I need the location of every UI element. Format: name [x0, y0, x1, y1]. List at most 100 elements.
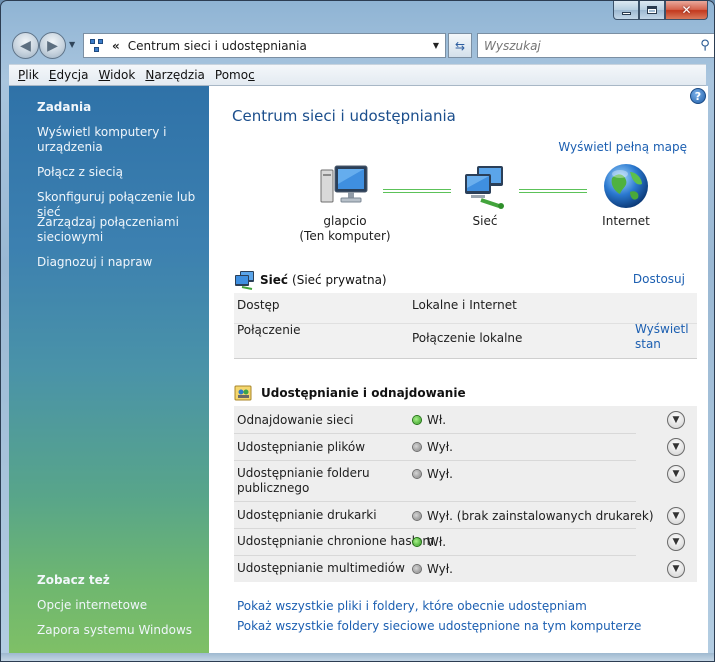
status-on-icon [413, 416, 421, 424]
menu-view[interactable]: Widok [93, 68, 140, 82]
sharing-state: Wył. [427, 562, 453, 576]
connection-line-network-internet [519, 189, 587, 193]
address-bar[interactable]: « Centrum sieci i udostępniania ▼ [83, 33, 446, 58]
network-type: (Sieć prywatna) [292, 273, 387, 287]
help-icon: ? [694, 89, 702, 103]
internet-label: Internet [602, 214, 650, 228]
sharing-row-media: Udostępnianie multimediów Wył. ▼ [234, 555, 697, 582]
map-this-computer[interactable]: glapcio (Ten komputer) [297, 164, 393, 244]
minimize-icon [621, 11, 631, 15]
menu-edit[interactable]: Edycja [44, 68, 94, 82]
sharing-label: Udostępnianie multimediów [237, 561, 405, 575]
search-icon[interactable]: ⚲ [695, 38, 714, 53]
network-center-icon [90, 38, 104, 53]
view-full-map-link[interactable]: Wyświetl pełną mapę [558, 140, 687, 154]
expand-button[interactable]: ▼ [667, 560, 685, 578]
sharing-row-printer: Udostępnianie drukarki Wył. (brak zainst… [234, 501, 697, 528]
expand-button[interactable]: ▼ [667, 465, 685, 483]
arrow-right-icon: ▶ [47, 37, 58, 54]
refresh-icon: ⇆ [454, 38, 466, 53]
status-off-icon [413, 470, 421, 478]
back-button[interactable]: ◀ [12, 32, 39, 59]
address-overflow-chevron[interactable]: « [112, 39, 120, 53]
sharing-row-password-protected: Udostępnianie chronione hasłem Wł. ▼ [234, 528, 697, 555]
chevron-down-icon: ▼ [69, 40, 76, 49]
network-small-icon [235, 271, 254, 290]
connection-value: Połączenie lokalne [412, 331, 523, 345]
menu-tools[interactable]: Narzędzia [140, 68, 210, 82]
help-button[interactable]: ? [690, 88, 706, 104]
task-pane: Zadania Wyświetl komputery i urządzenia … [9, 86, 209, 655]
recent-pages-dropdown[interactable]: ▼ [69, 40, 75, 49]
see-also-heading: Zobacz też [37, 573, 110, 587]
network-name: Sieć [260, 273, 289, 287]
task-link-view-computers[interactable]: Wyświetl komputery i urządzenia [37, 125, 202, 155]
expand-button[interactable]: ▼ [667, 438, 685, 456]
network-section-header: Sieć (Sieć prywatna) [234, 269, 697, 291]
expand-button[interactable]: ▼ [667, 411, 685, 429]
close-icon: ✕ [681, 3, 692, 17]
sharing-icon [234, 385, 252, 401]
chevron-down-icon: ▼ [672, 564, 680, 574]
sharing-state: Wył. [427, 440, 453, 454]
menu-help[interactable]: Pomoc [210, 68, 260, 82]
computer-icon [320, 165, 368, 203]
search-box[interactable]: ⚲ [477, 33, 714, 58]
chevron-down-icon: ▼ [672, 511, 680, 521]
navigation-bar: ◀ ▶ ▼ « Centrum sieci i udostępniania ▼ … [10, 30, 714, 60]
network-label: Sieć [472, 214, 498, 228]
computer-name: glapcio [323, 214, 367, 228]
access-value: Lokalne i Internet [412, 298, 517, 312]
sharing-table: Odnajdowanie sieci Wł. ▼ Udostępnianie p… [234, 406, 697, 582]
sharing-label: Udostępnianie folderu publicznego [237, 466, 370, 495]
sharing-row-network-discovery: Odnajdowanie sieci Wł. ▼ [234, 406, 697, 433]
sharing-section-header: Udostępnianie i odnajdowanie [234, 382, 697, 404]
chevron-down-icon: ▼ [672, 537, 680, 547]
sharing-row-file-sharing: Udostępnianie plików Wył. ▼ [234, 433, 697, 460]
sharing-label: Udostępnianie chronione hasłem [237, 534, 435, 548]
menu-file[interactable]: Plik [13, 68, 44, 82]
connection-line-computer-network [383, 189, 451, 193]
close-button[interactable]: ✕ [665, 1, 708, 20]
network-details-table: Dostęp Lokalne i Internet Połączenie Poł… [234, 293, 697, 359]
chevron-down-icon: ▼ [672, 442, 680, 452]
sharing-state: Wył. (brak zainstalowanych drukarek) [427, 509, 654, 523]
task-link-manage-connections[interactable]: Zarządzaj połączeniami sieciowymi [37, 215, 202, 245]
view-status-link[interactable]: Wyświetl stan [635, 322, 695, 352]
window-bottom-border [1, 653, 714, 661]
forward-button[interactable]: ▶ [39, 32, 66, 59]
maximize-button[interactable] [639, 1, 665, 20]
expand-button[interactable]: ▼ [667, 507, 685, 525]
map-network[interactable]: Sieć [455, 164, 515, 229]
sharing-label: Udostępnianie drukarki [237, 508, 377, 522]
sharing-state: Wł. [427, 413, 447, 427]
arrow-left-icon: ◀ [20, 37, 31, 54]
caption-buttons: ✕ [613, 1, 708, 21]
task-link-diagnose[interactable]: Diagnozuj i napraw [37, 255, 202, 270]
expand-button[interactable]: ▼ [667, 533, 685, 551]
address-path[interactable]: Centrum sieci i udostępniania [128, 39, 427, 53]
sharing-row-public-folder: Udostępnianie folderu publicznego Wył. ▼ [234, 460, 697, 501]
task-link-connect[interactable]: Połącz z siecią [37, 165, 202, 180]
minimize-button[interactable] [613, 1, 639, 20]
sharing-heading: Udostępnianie i odnajdowanie [261, 386, 466, 400]
map-internet[interactable]: Internet [589, 162, 663, 229]
search-input[interactable] [478, 38, 695, 53]
row-divider [234, 323, 697, 324]
connection-label: Połączenie [237, 323, 301, 337]
computer-sublabel: (Ten komputer) [299, 229, 391, 243]
menu-bar: Plik Edycja Widok Narzędzia Pomoc [9, 64, 706, 86]
see-also-firewall[interactable]: Zapora systemu Windows [37, 623, 202, 638]
refresh-button[interactable]: ⇆ [448, 33, 472, 58]
globe-icon [604, 164, 648, 208]
customize-link[interactable]: Dostosuj [633, 272, 685, 286]
status-off-icon [413, 443, 421, 451]
show-shared-files-link[interactable]: Pokaż wszystkie pliki i foldery, które o… [237, 599, 587, 613]
show-shared-network-folders-link[interactable]: Pokaż wszystkie foldery sieciowe udostęp… [237, 619, 641, 633]
see-also-internet-options[interactable]: Opcje internetowe [37, 598, 202, 613]
status-off-icon [413, 512, 421, 520]
address-dropdown-icon[interactable]: ▼ [427, 41, 445, 50]
maximize-icon [647, 6, 657, 14]
sharing-label: Udostępnianie plików [237, 440, 366, 454]
tasks-heading: Zadania [37, 100, 92, 114]
